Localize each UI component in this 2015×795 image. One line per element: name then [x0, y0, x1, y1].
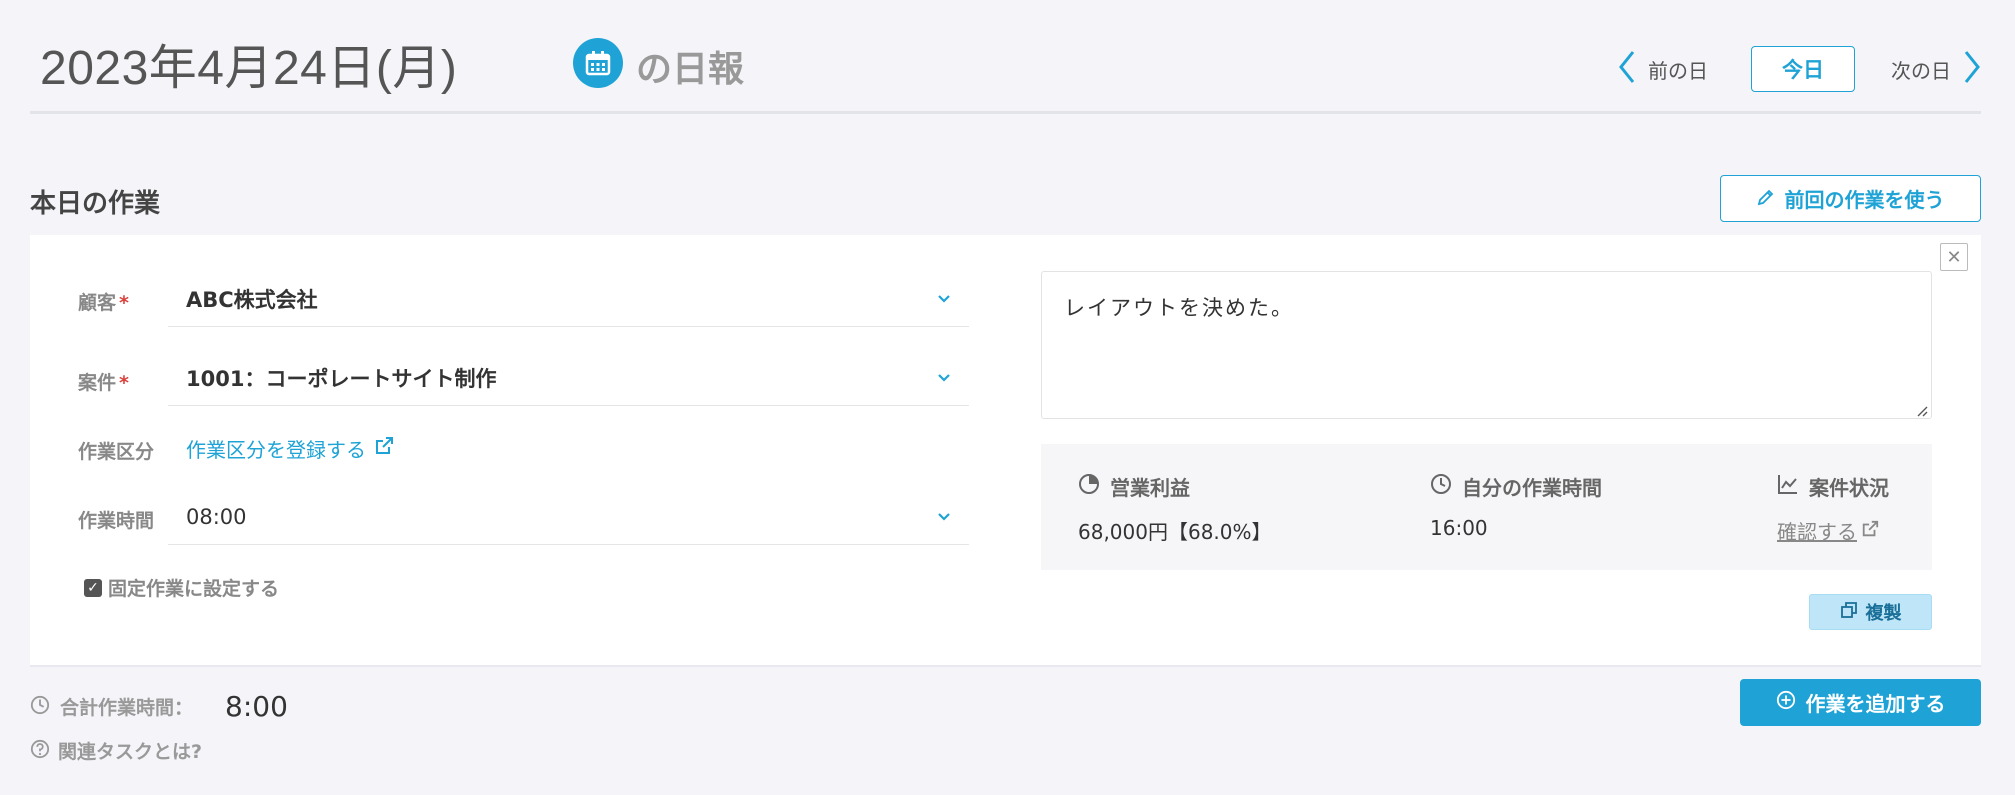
register-category-label: 作業区分を登録する: [186, 438, 366, 462]
chevron-down-icon: [937, 368, 951, 387]
project-status-header: 案件状況: [1777, 472, 1889, 501]
use-previous-work-button[interactable]: 前回の作業を使う: [1720, 175, 1981, 222]
checkbox-checked-icon: ✓: [84, 578, 102, 597]
time-label: 作業時間: [78, 510, 155, 532]
pie-chart-icon: [1078, 473, 1100, 500]
external-link-icon: [1861, 519, 1879, 543]
help-label: 関連タスクとは?: [58, 741, 203, 763]
profit-header: 営業利益: [1078, 472, 1190, 501]
project-status-label: 案件状況: [1809, 476, 1889, 500]
plus-circle-icon: [1776, 690, 1796, 715]
customer-select[interactable]: ABC株式会社: [168, 271, 969, 327]
customer-label: 顧客 *: [78, 292, 129, 314]
next-day-button[interactable]: 次の日: [1891, 50, 1981, 88]
add-work-button[interactable]: 作業を追加する: [1740, 679, 1981, 726]
required-mark: *: [119, 292, 129, 314]
project-select[interactable]: 1001：コーポレートサイト制作: [168, 350, 969, 406]
project-stats-panel: [1041, 444, 1932, 570]
required-mark: *: [119, 372, 129, 394]
duplicate-label: 複製: [1865, 603, 1902, 624]
header-divider: [30, 111, 1981, 114]
customer-value: ABC株式会社: [186, 287, 318, 312]
related-tasks-help[interactable]: 関連タスクとは?: [30, 737, 202, 764]
prev-day-label: 前の日: [1648, 58, 1708, 83]
pencil-icon: [1757, 187, 1775, 211]
fixed-work-label: 固定作業に設定する: [108, 578, 280, 600]
external-link-icon: [374, 436, 394, 461]
line-chart-icon: [1777, 473, 1799, 500]
project-value: 1001：コーポレートサイト制作: [186, 366, 497, 391]
prev-day-button[interactable]: 前の日: [1618, 50, 1708, 88]
add-work-label: 作業を追加する: [1805, 692, 1946, 716]
copy-icon: [1840, 601, 1858, 624]
next-day-label: 次の日: [1891, 58, 1951, 83]
fixed-work-checkbox[interactable]: ✓ 固定作業に設定する: [84, 574, 279, 601]
section-title: 本日の作業: [30, 189, 161, 219]
total-label: 合計作業時間：: [60, 697, 194, 719]
profit-label: 営業利益: [1110, 476, 1190, 500]
close-icon[interactable]: ✕: [1940, 243, 1968, 271]
today-button[interactable]: 今日: [1751, 46, 1855, 92]
memo-textarea[interactable]: レイアウトを決めた。: [1041, 271, 1932, 419]
duplicate-button[interactable]: 複製: [1809, 594, 1932, 630]
category-label: 作業区分: [78, 441, 155, 463]
clock-icon: [1430, 473, 1452, 500]
chevron-right-icon: [1963, 50, 1981, 88]
time-value: 08:00: [186, 504, 247, 529]
my-time-header: 自分の作業時間: [1430, 472, 1602, 501]
report-date: 2023年4月24日(月): [40, 42, 458, 95]
project-status-link-label: 確認する: [1777, 520, 1857, 544]
clock-icon: [30, 695, 50, 719]
chevron-down-icon: [937, 507, 951, 526]
project-label: 案件 *: [78, 372, 129, 394]
register-category-link[interactable]: 作業区分を登録する: [186, 434, 394, 463]
chevron-left-icon: [1618, 50, 1636, 88]
resize-handle-icon[interactable]: [1916, 402, 1928, 417]
use-previous-work-label: 前回の作業を使う: [1784, 188, 1945, 212]
chevron-down-icon: [937, 289, 951, 308]
total-value: 8:00: [225, 690, 288, 723]
profit-value: 68,000円【68.0%】: [1078, 520, 1272, 544]
project-status-link[interactable]: 確認する: [1777, 516, 1879, 545]
calendar-icon: [573, 38, 623, 88]
question-icon: [30, 739, 50, 763]
total-work-time: 合計作業時間： 8:00: [30, 690, 288, 723]
report-title: の日報: [636, 49, 745, 90]
my-time-label: 自分の作業時間: [1462, 476, 1602, 500]
time-select[interactable]: 08:00: [168, 489, 969, 545]
my-time-value: 16:00: [1430, 516, 1488, 540]
